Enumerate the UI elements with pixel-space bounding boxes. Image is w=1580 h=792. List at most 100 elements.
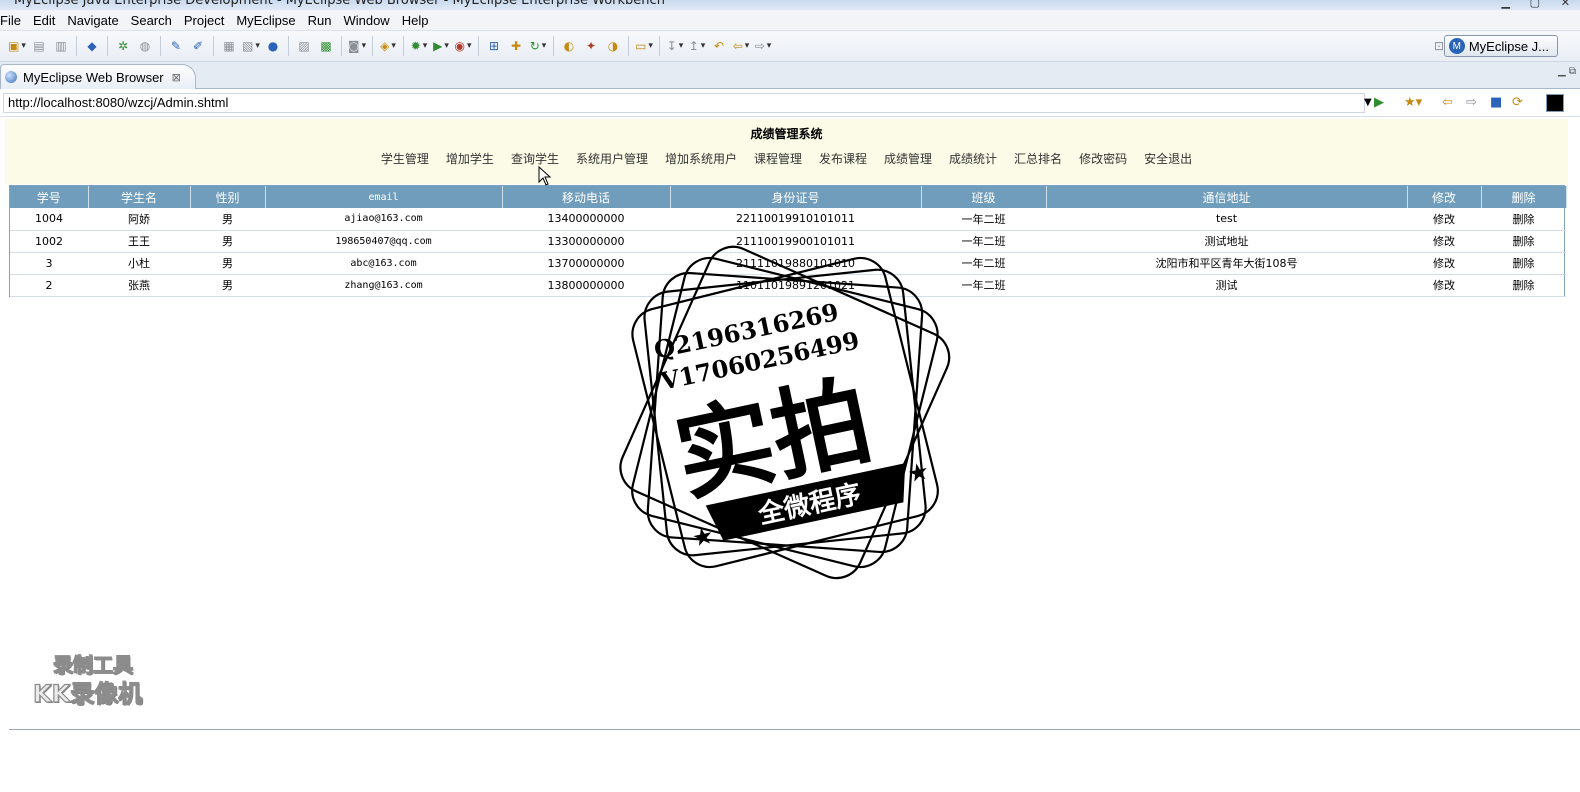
nav-summary-ranking[interactable]: 汇总排名: [1014, 150, 1062, 167]
tab-close-icon[interactable]: ⊠: [172, 71, 181, 84]
back-icon[interactable]: ⇦: [732, 37, 750, 55]
view-minmax-icon[interactable]: ▁ ⧉: [1558, 66, 1576, 77]
menu-window[interactable]: Window: [337, 13, 395, 28]
camera-icon[interactable]: ◙: [348, 37, 366, 55]
menu-search[interactable]: Search: [125, 13, 178, 28]
url-input[interactable]: http://localhost:8080/wzcj/Admin.shtml: [3, 93, 1365, 113]
toolbar-separator: [372, 36, 373, 56]
minimize-icon[interactable]: ▁: [1502, 0, 1510, 9]
edit-link[interactable]: 修改: [1407, 230, 1481, 253]
delete-link[interactable]: 删除: [1481, 208, 1566, 231]
close-icon[interactable]: ✕: [1561, 0, 1570, 9]
deploy-icon[interactable]: ✲: [114, 37, 132, 55]
favorites-icon[interactable]: ★▾: [1404, 95, 1422, 110]
hierarchy-icon[interactable]: ▦: [220, 37, 238, 55]
server-icon[interactable]: ◍: [136, 37, 154, 55]
menu-file[interactable]: File: [0, 13, 27, 28]
prev-annotation-icon[interactable]: ↥: [688, 37, 706, 55]
nav-logout[interactable]: 安全退出: [1144, 150, 1192, 167]
forward-icon[interactable]: ⇨: [1466, 95, 1477, 110]
perspective-button[interactable]: M MyEclipse J...: [1443, 35, 1558, 57]
open-project-icon[interactable]: ◑: [604, 37, 622, 55]
menu-myeclipse[interactable]: MyEclipse: [230, 13, 301, 28]
sync-icon[interactable]: ↻: [529, 37, 547, 55]
table-header-row: 学号 学生名 性别 email 移动电话 身份证号 班级 通信地址 修改 删除: [10, 186, 1567, 208]
open-type-icon[interactable]: ▨: [295, 37, 313, 55]
save-icon[interactable]: ▤: [30, 37, 48, 55]
nav-score-management[interactable]: 成绩管理: [884, 150, 932, 167]
cell-gender: 男: [190, 274, 265, 297]
go-icon[interactable]: ▶: [1374, 95, 1384, 110]
pin-icon[interactable]: ✦: [582, 37, 600, 55]
open-task-icon[interactable]: ⊞: [485, 37, 503, 55]
nav-add-student[interactable]: 增加学生: [446, 150, 494, 167]
nav-add-system-user[interactable]: 增加系统用户: [665, 150, 737, 167]
toolbar-separator: [403, 36, 404, 56]
maximize-icon[interactable]: ▢: [1530, 0, 1540, 9]
new-icon[interactable]: ▣: [8, 37, 26, 55]
edit-link[interactable]: 修改: [1407, 208, 1481, 231]
nav-system-user-management[interactable]: 系统用户管理: [576, 150, 648, 167]
nav-change-password[interactable]: 修改密码: [1079, 150, 1127, 167]
run-icon[interactable]: ▶: [432, 37, 450, 55]
menu-project[interactable]: Project: [178, 13, 230, 28]
delete-link[interactable]: 删除: [1481, 252, 1566, 275]
next-annotation-icon[interactable]: ↧: [666, 37, 684, 55]
folder-icon[interactable]: ▭: [635, 37, 653, 55]
nav-publish-course[interactable]: 发布课程: [819, 150, 867, 167]
window-title: MyEclipse Java Enterprise Development - …: [14, 0, 665, 8]
refresh-icon[interactable]: ▩: [317, 37, 335, 55]
cell-phone: 13800000000: [502, 274, 670, 297]
menu-navigate[interactable]: Navigate: [61, 13, 124, 28]
debug-icon[interactable]: ✹: [410, 37, 428, 55]
refresh-icon[interactable]: ⟳: [1512, 95, 1523, 110]
editor-tab-row: MyEclipse Web Browser ⊠ ▁ ⧉: [0, 62, 1580, 89]
table-row: 1004 阿娇 男 ajiao@163.com 13400000000 2211…: [10, 208, 1566, 231]
chevron-down-icon[interactable]: ▼: [1364, 97, 1372, 108]
forward-icon[interactable]: ⇨: [754, 37, 772, 55]
watermark-big: 实拍: [666, 364, 881, 516]
menu-help[interactable]: Help: [396, 13, 435, 28]
edit-icon[interactable]: ✎: [167, 37, 185, 55]
cell-id-number: 22110019910101011: [670, 208, 921, 231]
package-icon[interactable]: ◆: [83, 37, 101, 55]
globe-icon[interactable]: ●: [264, 37, 282, 55]
print-icon[interactable]: ▥: [52, 37, 70, 55]
stop-icon[interactable]: ■: [1490, 95, 1502, 110]
watermark-banner-shape: [705, 463, 906, 541]
menu-edit[interactable]: Edit: [27, 13, 61, 28]
mouse-cursor-icon: [538, 166, 552, 186]
edit-alt-icon[interactable]: ✐: [189, 37, 207, 55]
browser-settings-icon[interactable]: [1546, 94, 1564, 112]
new-class-icon[interactable]: ◈: [379, 37, 397, 55]
new-file-icon[interactable]: ▧: [242, 37, 260, 55]
open-folder-icon[interactable]: ◐: [560, 37, 578, 55]
menu-run[interactable]: Run: [302, 13, 338, 28]
delete-link[interactable]: 删除: [1481, 274, 1566, 297]
nav-query-student[interactable]: 查询学生: [511, 150, 559, 167]
toolbar-separator: [76, 36, 77, 56]
external-tools-icon[interactable]: ◉: [454, 37, 472, 55]
nav-course-management[interactable]: 课程管理: [754, 150, 802, 167]
cell-gender: 男: [190, 208, 265, 231]
toolbar-separator: [213, 36, 214, 56]
delete-link[interactable]: 删除: [1481, 230, 1566, 253]
cell-class: 一年二班: [921, 252, 1046, 275]
table-row: 1002 王王 男 198650407@qq.com 13300000000 2…: [10, 230, 1566, 253]
toolbar-separator: [107, 36, 108, 56]
last-edit-icon[interactable]: ↶: [710, 37, 728, 55]
toolbar-separator: [288, 36, 289, 56]
edit-link[interactable]: 修改: [1407, 252, 1481, 275]
col-header: 班级: [921, 186, 1047, 208]
cell-name: 张燕: [88, 274, 190, 297]
recorder-line2: KK录像机: [32, 679, 143, 708]
back-icon[interactable]: ⇦: [1442, 95, 1453, 110]
student-table-wrapper: 学号 学生名 性别 email 移动电话 身份证号 班级 通信地址 修改 删除 …: [9, 185, 1567, 297]
new-package-icon[interactable]: ✚: [507, 37, 525, 55]
cell-phone: 13400000000: [502, 208, 670, 231]
cell-class: 一年二班: [921, 230, 1046, 253]
tab-web-browser[interactable]: MyEclipse Web Browser ⊠: [0, 64, 196, 89]
edit-link[interactable]: 修改: [1407, 274, 1481, 297]
nav-student-management[interactable]: 学生管理: [381, 150, 429, 167]
nav-score-statistics[interactable]: 成绩统计: [949, 150, 997, 167]
